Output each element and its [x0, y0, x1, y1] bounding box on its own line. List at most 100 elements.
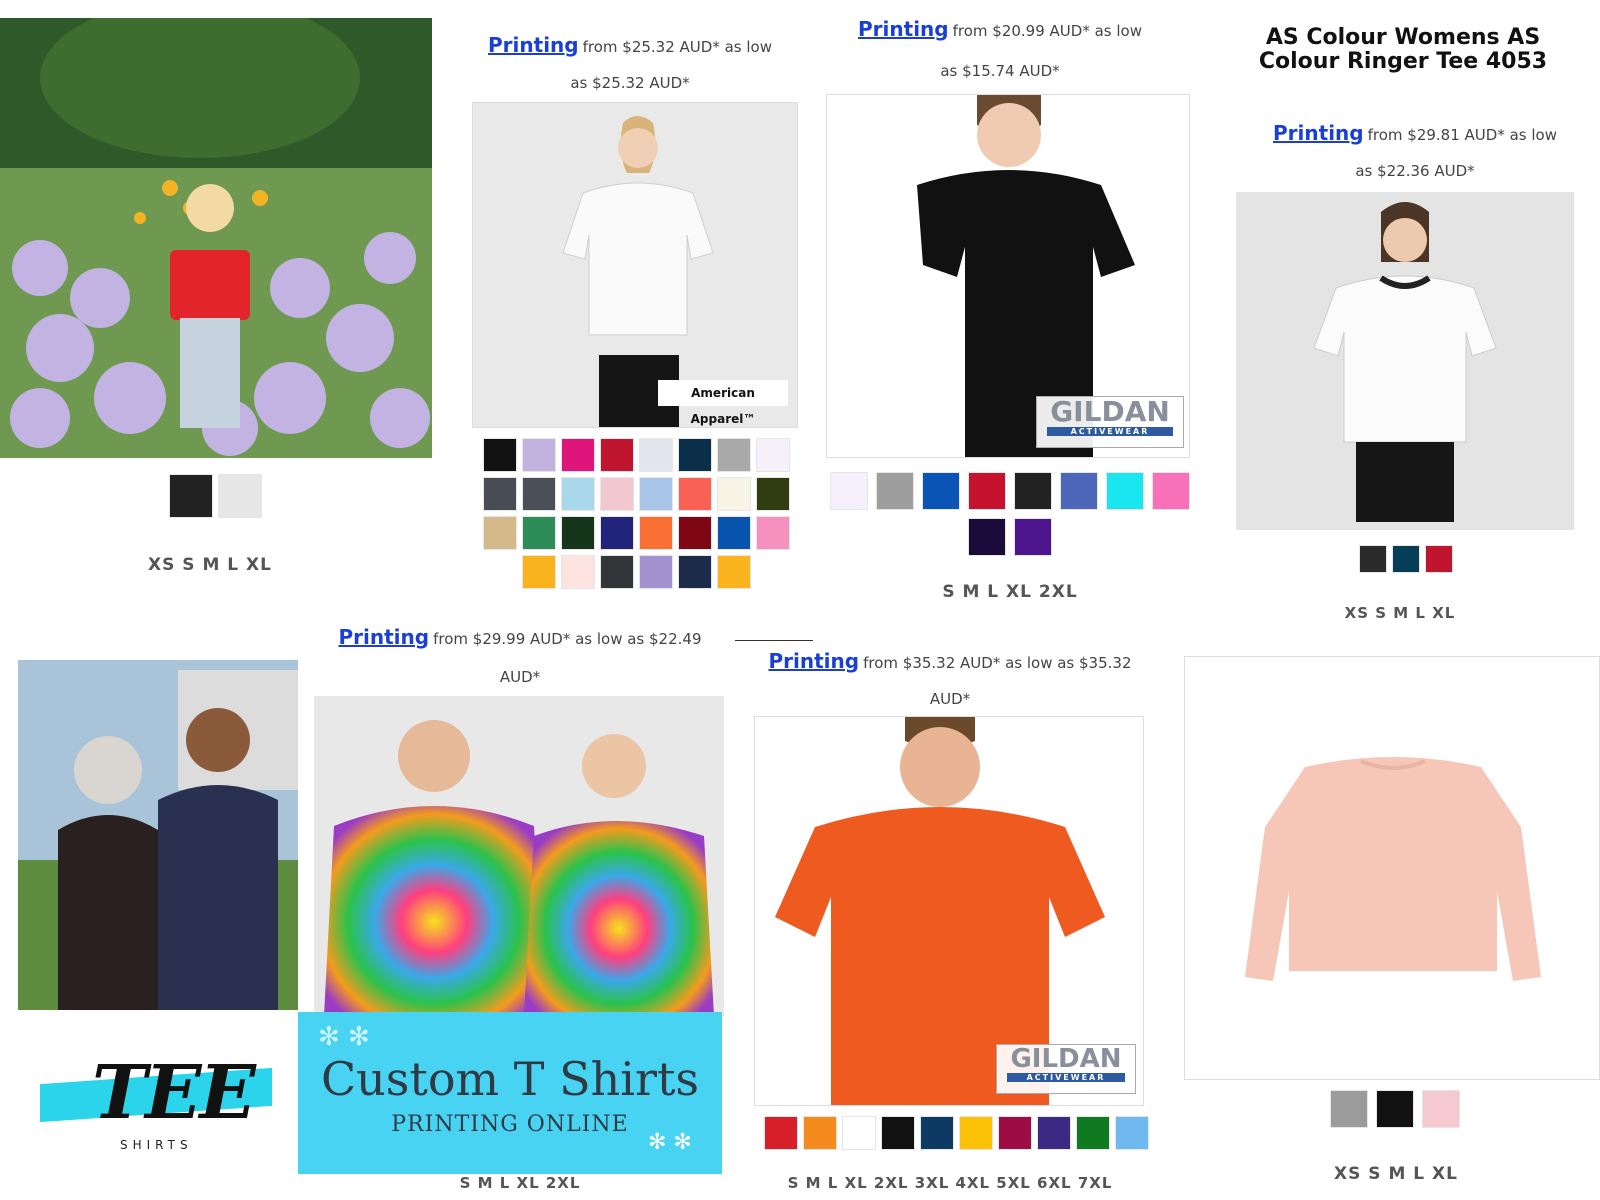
- color-swatch[interactable]: [968, 518, 1006, 556]
- color-swatch[interactable]: [876, 472, 914, 510]
- color-swatch[interactable]: [1014, 472, 1052, 510]
- banner-subtitle: PRINTING ONLINE: [391, 1112, 629, 1137]
- price-from-5: from $29.99 AUD* as low as $22.49: [433, 630, 702, 648]
- price-low-2: as $25.32 AUD*: [570, 74, 690, 92]
- color-swatch[interactable]: [482, 477, 517, 511]
- price-from-6: from $35.32 AUD* as low as $35.32: [863, 654, 1132, 672]
- color-swatch[interactable]: [716, 477, 751, 511]
- color-swatch[interactable]: [968, 472, 1006, 510]
- price-from-2: from $25.32 AUD* as low: [582, 38, 772, 56]
- printing-link-2[interactable]: Printing: [488, 33, 579, 57]
- color-swatch[interactable]: [521, 555, 556, 589]
- color-swatch[interactable]: [638, 438, 673, 472]
- color-swatch[interactable]: [716, 438, 751, 472]
- color-swatch[interactable]: [1106, 472, 1144, 510]
- sizes-7: XS S M L XL: [1334, 1164, 1458, 1184]
- sparkle-icon: ✻ ✻: [318, 1022, 370, 1052]
- color-swatch[interactable]: [755, 516, 790, 550]
- sizes-1: XS S M L XL: [148, 555, 272, 575]
- color-swatch[interactable]: [599, 516, 634, 550]
- product-photo-tie-dye[interactable]: [314, 696, 724, 1016]
- color-swatch[interactable]: [1330, 1090, 1368, 1128]
- color-swatch[interactable]: [677, 555, 712, 589]
- printing-link-4[interactable]: Printing: [1273, 121, 1364, 145]
- tee-shirts-logo[interactable]: TEE SHIRTS: [40, 1050, 276, 1160]
- color-swatch[interactable]: [716, 516, 751, 550]
- color-swatch[interactable]: [168, 474, 213, 518]
- brand-name-6: GILDAN: [1010, 1044, 1122, 1074]
- color-swatches-7: [1320, 1090, 1470, 1128]
- color-swatch[interactable]: [841, 1116, 876, 1150]
- price-line-4: Printing from $29.81 AUD* as low: [1230, 114, 1600, 154]
- color-swatch[interactable]: [716, 555, 751, 589]
- color-swatches-3: [830, 472, 1190, 556]
- color-swatch[interactable]: [1014, 518, 1052, 556]
- color-swatch[interactable]: [1359, 545, 1387, 573]
- color-swatches-6: [756, 1116, 1156, 1150]
- color-swatch[interactable]: [560, 555, 595, 589]
- color-swatch[interactable]: [802, 1116, 837, 1150]
- color-swatch[interactable]: [677, 516, 712, 550]
- color-swatches-4: [1326, 545, 1486, 573]
- color-swatch[interactable]: [560, 477, 595, 511]
- price-line-3: Printing from $20.99 AUD* as low: [820, 10, 1180, 50]
- color-swatch[interactable]: [1422, 1090, 1460, 1128]
- printing-link-3[interactable]: Printing: [858, 17, 949, 41]
- price-low-4: as $22.36 AUD*: [1355, 162, 1475, 180]
- color-swatch[interactable]: [755, 477, 790, 511]
- color-swatch[interactable]: [997, 1116, 1032, 1150]
- logo-text: TEE: [92, 1050, 256, 1136]
- color-swatch[interactable]: [521, 516, 556, 550]
- printing-link-6[interactable]: Printing: [769, 649, 860, 673]
- color-swatch[interactable]: [1425, 545, 1453, 573]
- color-swatch[interactable]: [1036, 1116, 1071, 1150]
- sizes-5: S M L XL 2XL: [459, 1174, 581, 1192]
- color-swatch[interactable]: [599, 477, 634, 511]
- color-swatch[interactable]: [560, 516, 595, 550]
- price-low-3: as $15.74 AUD*: [940, 62, 1060, 80]
- color-swatch[interactable]: [599, 555, 634, 589]
- color-swatch[interactable]: [638, 516, 673, 550]
- price-from-4: from $29.81 AUD* as low: [1367, 126, 1557, 144]
- sizes-6: S M L XL 2XL 3XL 4XL 5XL 6XL 7XL: [787, 1174, 1113, 1192]
- brand-logo-gildan-3: GILDAN ACTIVEWEAR: [1036, 396, 1184, 448]
- color-swatch[interactable]: [482, 516, 517, 550]
- color-swatch[interactable]: [638, 555, 673, 589]
- color-swatch[interactable]: [958, 1116, 993, 1150]
- color-swatch[interactable]: [919, 1116, 954, 1150]
- color-swatch[interactable]: [830, 472, 868, 510]
- brand-logo-american-apparel: American Apparel™: [658, 380, 788, 426]
- custom-tshirts-banner[interactable]: ✻ ✻ ✻ ✻ Custom T Shirts PRINTING ONLINE: [298, 1012, 722, 1174]
- color-swatch[interactable]: [482, 438, 517, 472]
- color-swatch[interactable]: [763, 1116, 798, 1150]
- color-swatch[interactable]: [1392, 545, 1420, 573]
- color-swatch[interactable]: [1376, 1090, 1414, 1128]
- brand-name-2: American Apparel™: [690, 386, 756, 426]
- price-line-2: Printing from $25.32 AUD* as low: [465, 26, 795, 66]
- logo-sub: SHIRTS: [120, 1138, 193, 1152]
- color-swatch[interactable]: [1060, 472, 1098, 510]
- color-swatch[interactable]: [1075, 1116, 1110, 1150]
- color-swatch[interactable]: [521, 438, 556, 472]
- price-from-3: from $20.99 AUD* as low: [952, 22, 1142, 40]
- color-swatch[interactable]: [1114, 1116, 1149, 1150]
- product-photo-red-tee-garden[interactable]: [0, 18, 432, 458]
- price-line-6: Printing from $35.32 AUD* as low as $35.3…: [740, 642, 1160, 682]
- printing-link-5[interactable]: Printing: [339, 625, 430, 649]
- product-photo-pink-sweatshirt[interactable]: [1184, 656, 1600, 1080]
- banner-title: Custom T Shirts: [320, 1052, 700, 1106]
- color-swatch[interactable]: [922, 472, 960, 510]
- color-swatch[interactable]: [560, 438, 595, 472]
- product-photo-ringer-tee[interactable]: [1236, 192, 1574, 530]
- color-swatches-2: [476, 438, 796, 589]
- color-swatch[interactable]: [677, 438, 712, 472]
- color-swatch[interactable]: [677, 477, 712, 511]
- color-swatch[interactable]: [755, 438, 790, 472]
- color-swatch[interactable]: [1152, 472, 1190, 510]
- color-swatch[interactable]: [599, 438, 634, 472]
- color-swatch[interactable]: [638, 477, 673, 511]
- color-swatch[interactable]: [880, 1116, 915, 1150]
- customer-photo-couple: [18, 660, 298, 1010]
- color-swatch[interactable]: [521, 477, 556, 511]
- color-swatch[interactable]: [217, 474, 262, 518]
